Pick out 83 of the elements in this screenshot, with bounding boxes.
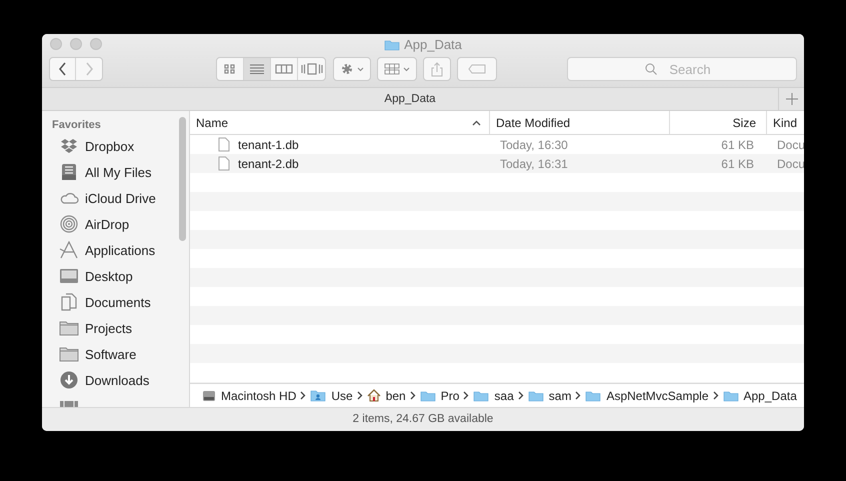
- grid-icon: [384, 63, 400, 75]
- path-segment[interactable]: saa: [494, 388, 514, 402]
- sidebar-item[interactable]: Applications: [42, 237, 189, 263]
- folder-icon: [59, 320, 79, 336]
- column-header[interactable]: Size: [670, 111, 767, 134]
- folder-icon: [473, 389, 490, 402]
- sidebar-item[interactable]: Projects: [42, 315, 189, 341]
- column-view-icon: [275, 64, 293, 74]
- sort-ascending-icon: [472, 120, 481, 126]
- search-field[interactable]: Search: [567, 57, 797, 81]
- sidebar-item[interactable]: AirDrop: [42, 211, 189, 237]
- download-icon: [60, 371, 78, 389]
- kind-cell-text: Docu: [776, 156, 804, 170]
- path-segment[interactable]: App_Data: [744, 388, 797, 402]
- desktop-icon: [59, 268, 79, 284]
- folder-icon: [585, 389, 602, 402]
- airdrop-icon: [60, 215, 78, 233]
- applications-icon: [59, 241, 79, 259]
- sidebar-heading: Favorites: [51, 118, 102, 133]
- path-segment[interactable]: Macintosh HD: [221, 388, 296, 402]
- path-segment[interactable]: Use: [331, 388, 353, 402]
- chevron-right-icon: [410, 391, 416, 400]
- folder-icon: [59, 346, 79, 362]
- action-menu-button[interactable]: [333, 57, 371, 81]
- date-cell-text: Today, 16:30: [499, 138, 569, 152]
- chevron-right-icon: [84, 61, 94, 77]
- folder-icon: [420, 389, 436, 402]
- sidebar-item[interactable]: Documents: [42, 289, 189, 315]
- sidebar-item[interactable]: Downloads: [42, 367, 189, 393]
- zoom-button[interactable]: [90, 38, 102, 50]
- column-header[interactable]: Name: [190, 111, 490, 134]
- file-name[interactable]: tenant-2.db: [238, 156, 299, 170]
- share-icon: [431, 62, 443, 76]
- chevron-right-icon: [518, 391, 524, 400]
- house-icon: [366, 389, 381, 402]
- date-cell-text: Today, 16:31: [499, 156, 569, 170]
- arrange-menu-button[interactable]: [377, 57, 417, 81]
- sidebar-item[interactable]: All My Files: [42, 159, 189, 185]
- chevron-left-icon: [57, 61, 68, 77]
- window-title: App_Data: [404, 36, 462, 52]
- list-view-icon: [249, 64, 265, 74]
- tag-button[interactable]: [457, 57, 497, 81]
- minimize-button[interactable]: [70, 38, 82, 50]
- chevron-right-icon: [463, 391, 470, 400]
- path-segment[interactable]: sam: [548, 388, 572, 402]
- plus-icon: [786, 93, 798, 105]
- chevron-right-icon: [300, 391, 306, 400]
- size-cell-text: 61 KB: [720, 156, 755, 170]
- icon-view-icon: [224, 64, 236, 74]
- documents-icon: [60, 293, 78, 311]
- share-button[interactable]: [423, 57, 451, 81]
- folder-icon: [310, 389, 326, 402]
- chevron-right-icon: [712, 391, 718, 400]
- caret-icon: [403, 66, 410, 72]
- column-header[interactable]: Date Modified: [490, 111, 670, 134]
- chevron-right-icon: [356, 391, 363, 400]
- sidebar-item[interactable]: iCloud Drive: [42, 185, 189, 211]
- view-mode-button[interactable]: [244, 58, 271, 80]
- kind-cell-text: Docu: [776, 138, 804, 152]
- close-button[interactable]: [50, 38, 62, 50]
- path-segment[interactable]: ben: [386, 388, 406, 402]
- status-bar: 2 items, 24.67 GB available: [42, 407, 804, 431]
- view-mode-switcher[interactable]: [216, 57, 326, 81]
- path-segment[interactable]: Pro: [440, 388, 460, 402]
- folder-icon: [528, 389, 544, 402]
- cloud-icon: [59, 191, 79, 205]
- folder-icon: [384, 38, 400, 50]
- sidebar-item[interactable]: Software: [42, 341, 189, 367]
- scrollbar[interactable]: [179, 117, 186, 241]
- caret-icon: [357, 66, 364, 72]
- folder-icon: [722, 389, 738, 402]
- chevron-right-icon: [575, 391, 582, 400]
- tag-icon: [468, 64, 486, 74]
- file-tray-icon: [60, 163, 78, 181]
- dropbox-icon: [60, 138, 78, 154]
- cover-flow-icon: [300, 63, 322, 75]
- file-name[interactable]: tenant-1.db: [238, 138, 299, 152]
- sidebar-item[interactable]: Dropbox: [42, 133, 189, 159]
- column-header[interactable]: Kind: [767, 111, 804, 134]
- path-segment[interactable]: AspNetMvcSample: [606, 388, 708, 402]
- sidebar-item[interactable]: Desktop: [42, 263, 189, 289]
- size-cell-text: 61 KB: [720, 138, 755, 152]
- gear-icon: [340, 62, 354, 76]
